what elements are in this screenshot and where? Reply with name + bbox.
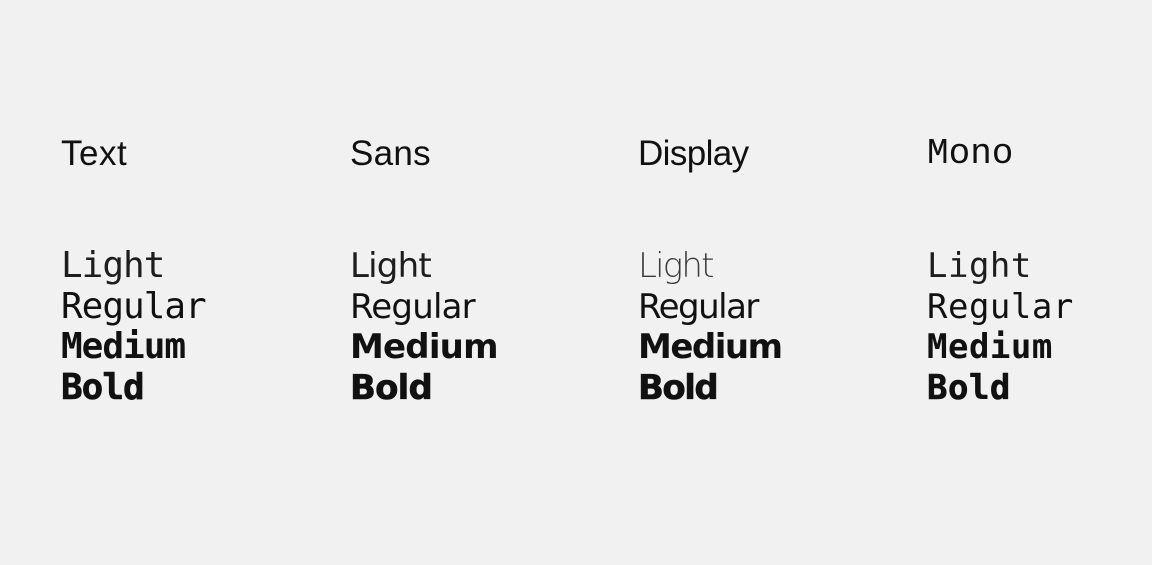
weight-bold-display: Bold <box>638 367 719 408</box>
weight-regular-mono: Regular <box>927 286 1074 327</box>
weight-medium-sans: Medium <box>350 327 499 368</box>
family-name-mono: Mono <box>927 133 1014 174</box>
type-specimen: Text Light Regular Medium Bold Sans Ligh… <box>0 0 1152 565</box>
weight-list-mono: Light Regular Medium Bold <box>927 246 1152 408</box>
family-column-display: Display Light Regular Medium Bold <box>638 132 918 408</box>
family-name-display: Display <box>638 134 749 173</box>
family-name-text: Text <box>61 134 128 173</box>
weight-list-sans: Light Regular Medium Bold <box>350 246 630 408</box>
weight-bold-mono: Bold <box>927 367 1011 408</box>
weight-list-text: Light Regular Medium Bold <box>61 245 341 408</box>
weight-light-sans: Light <box>350 246 432 286</box>
family-column-mono: Mono Light Regular Medium Bold <box>927 132 1152 408</box>
weight-medium-text: Medium <box>61 326 186 368</box>
weight-list-display: Light Regular Medium Bold <box>638 246 918 408</box>
weight-regular-sans: Regular <box>350 286 476 327</box>
family-name-sans: Sans <box>350 134 431 173</box>
family-column-text: Text Light Regular Medium Bold <box>61 132 341 408</box>
weight-medium-display: Medium <box>638 327 783 368</box>
weight-regular-display: Regular <box>638 286 759 327</box>
family-column-sans: Sans Light Regular Medium Bold <box>350 132 630 408</box>
weight-bold-sans: Bold <box>350 367 433 408</box>
weight-light-text: Light <box>61 245 165 286</box>
weight-regular-text: Regular <box>61 285 207 327</box>
weight-bold-text: Bold <box>61 366 145 408</box>
weight-medium-mono: Medium <box>927 327 1053 368</box>
weight-light-display: Light <box>638 246 714 286</box>
weight-light-mono: Light <box>927 246 1032 286</box>
